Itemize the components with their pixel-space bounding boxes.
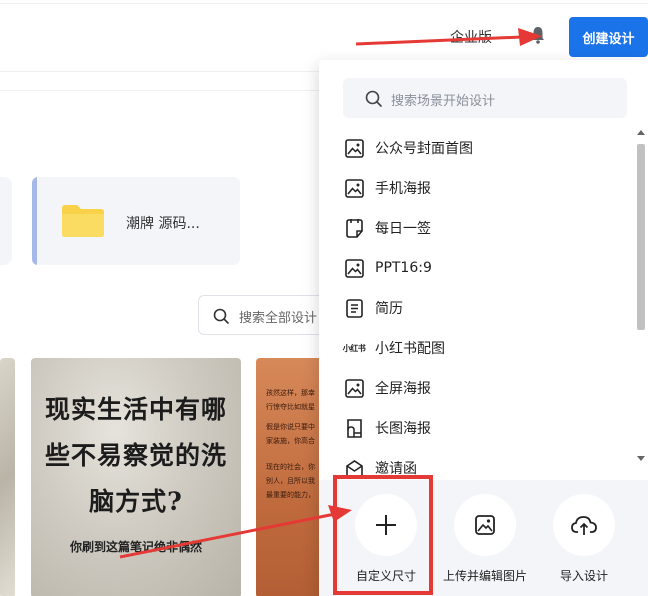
document-icon	[344, 298, 364, 318]
scroll-down-arrow-icon[interactable]	[637, 456, 645, 461]
menu-item-label: 简历	[375, 301, 403, 317]
create-design-button[interactable]: 创建设计	[569, 17, 648, 57]
scroll-thumb[interactable]	[637, 144, 645, 330]
menu-item-xiaohongshu[interactable]: 小红书 小红书配图	[342, 328, 614, 368]
page: 企业版 创建设计 潮牌 源码... 搜索全部设计 现实生活中有哪 些不易察觉的洗…	[0, 0, 648, 596]
menu-item-ppt[interactable]: PPT16:9	[344, 248, 614, 288]
menu-item-mobile-poster[interactable]: 手机海报	[344, 168, 614, 208]
search-all-designs[interactable]: 搜索全部设计	[198, 295, 338, 335]
poster-line-1: 现实生活中有哪	[44, 395, 227, 424]
dropdown-scrollbar[interactable]	[635, 130, 647, 470]
search-all-placeholder: 搜索全部设计	[239, 311, 318, 326]
thumbnail-text: 别人，且所以我	[266, 477, 315, 485]
poster-subtitle: 你刷到这篇笔记绝非偶然	[69, 540, 202, 554]
thumbnail-text: 最重要的能力，	[266, 491, 315, 499]
action-label: 上传并编辑图片	[442, 569, 527, 583]
thumbnail-text: 家装施，你高合	[266, 437, 315, 445]
section-divider	[0, 90, 330, 91]
cloud-upload-icon	[553, 494, 615, 556]
folder-icon	[62, 205, 104, 237]
search-icon	[365, 90, 382, 107]
menu-item-resume[interactable]: 简历	[344, 288, 614, 328]
annotation-highlight-box	[333, 475, 433, 595]
menu-item-label: 手机海报	[375, 181, 431, 197]
search-icon	[213, 308, 229, 324]
image-upload-icon	[454, 494, 516, 556]
folder-card-partial[interactable]	[0, 177, 12, 265]
top-divider	[0, 3, 648, 4]
thumbnail-text: 行惊夺比如就星	[266, 403, 315, 411]
image-icon	[344, 258, 364, 278]
poster-line-3: 脑方式?	[89, 487, 183, 516]
folder-name: 潮牌 源码...	[126, 216, 200, 232]
folder-accent	[32, 177, 37, 265]
menu-item-label: 每日一签	[375, 221, 431, 237]
scroll-up-arrow-icon[interactable]	[637, 130, 645, 135]
import-design-button[interactable]: 导入设计	[534, 494, 634, 584]
thumbnail-text: 孩然这样，那幸	[266, 389, 315, 397]
scene-search-input[interactable]: 搜索场景开始设计	[343, 78, 627, 118]
design-thumbnail-partial[interactable]	[0, 358, 15, 596]
design-thumbnail-poster[interactable]: 现实生活中有哪 些不易察觉的洗 脑方式? 你刷到这篇笔记绝非偶然	[31, 358, 241, 596]
note-icon	[344, 218, 364, 238]
menu-item-label: 公众号封面首图	[375, 141, 473, 157]
image-icon	[344, 138, 364, 158]
menu-item-label: 全屏海报	[375, 381, 431, 397]
menu-item-label: PPT16:9	[375, 260, 432, 276]
menu-item-wechat-cover[interactable]: 公众号封面首图	[344, 128, 614, 168]
image-icon	[344, 178, 364, 198]
menu-item-fullscreen-poster[interactable]: 全屏海报	[344, 368, 614, 408]
enterprise-link[interactable]: 企业版	[450, 27, 492, 47]
folder-card[interactable]: 潮牌 源码...	[32, 177, 240, 265]
poster-line-2: 些不易察觉的洗	[44, 441, 227, 470]
menu-item-long-poster[interactable]: 长图海报	[344, 408, 614, 448]
long-image-icon	[344, 418, 364, 438]
image-icon	[344, 378, 364, 398]
action-label: 导入设计	[559, 569, 608, 583]
thumbnail-text: 现在的社会，你	[266, 463, 315, 471]
menu-item-label: 小红书配图	[375, 341, 445, 357]
thumbnail-text: 假是你说只要中	[266, 423, 315, 431]
xiaohongshu-icon: 小红书	[342, 343, 366, 353]
scene-search-placeholder: 搜索场景开始设计	[391, 94, 496, 109]
upload-edit-image-button[interactable]: 上传并编辑图片	[435, 494, 535, 584]
menu-item-daily-sign[interactable]: 每日一签	[344, 208, 614, 248]
notification-bell-icon[interactable]	[531, 25, 545, 45]
menu-item-label: 长图海报	[375, 421, 431, 437]
